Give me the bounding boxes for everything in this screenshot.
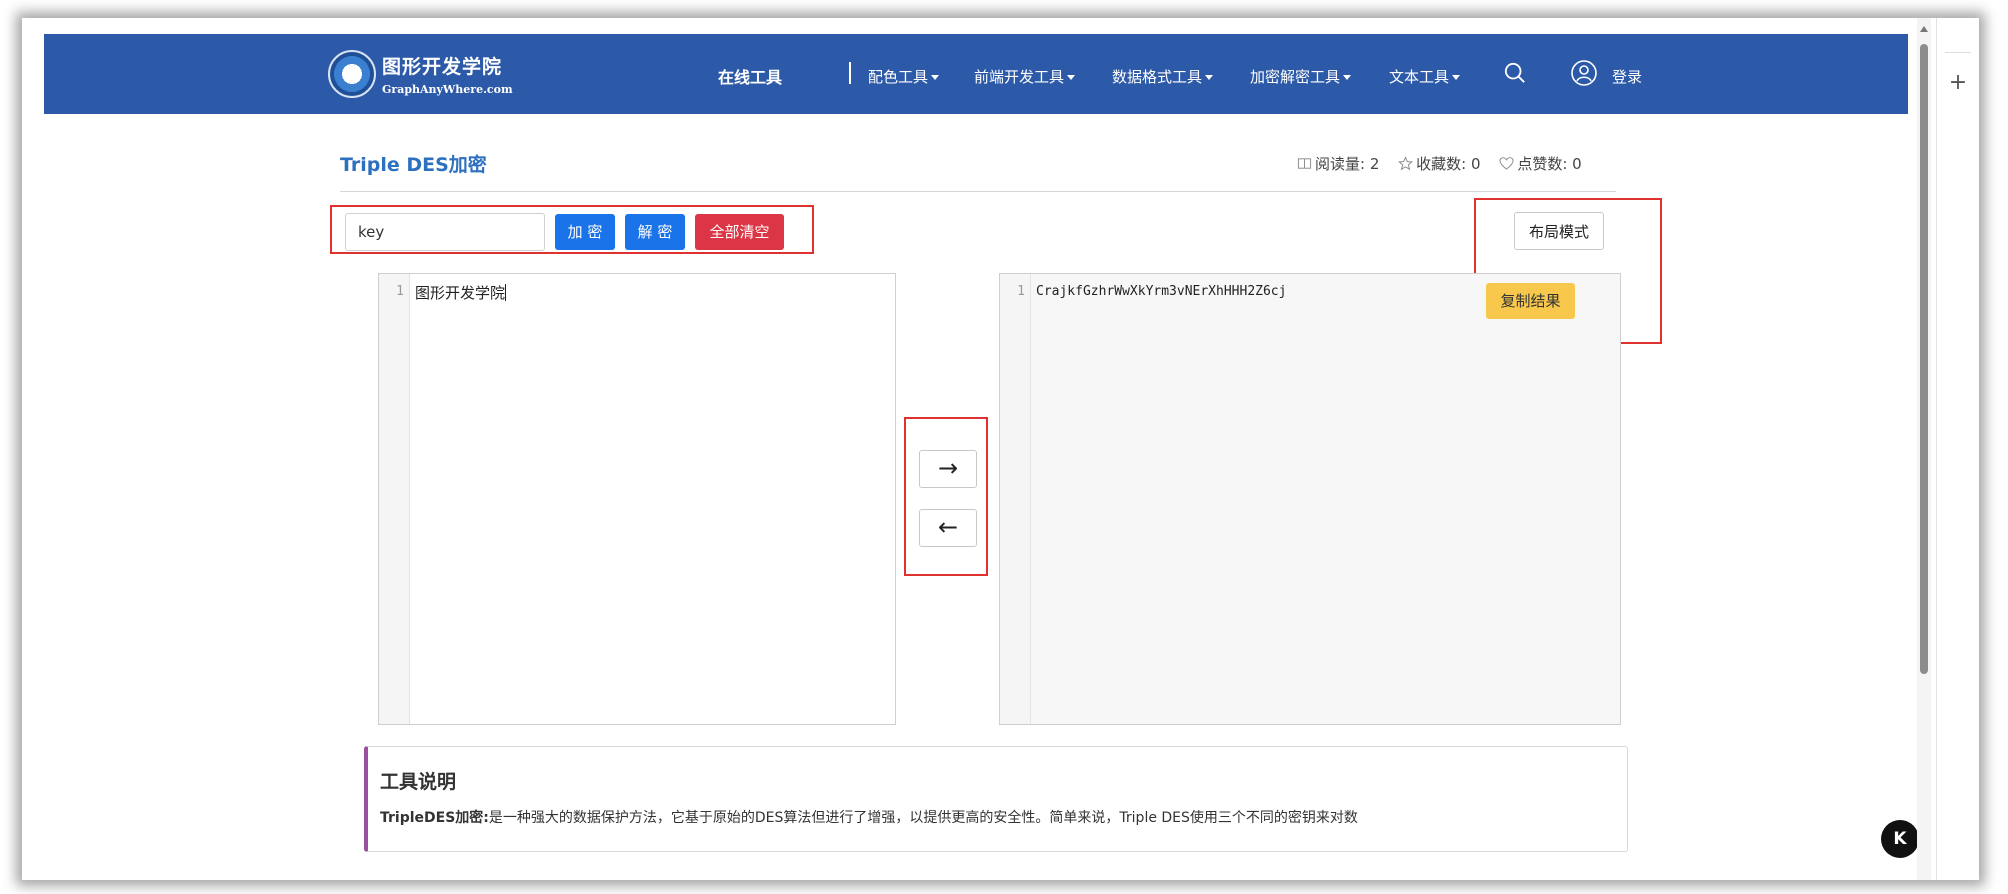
title-divider: [340, 191, 1616, 192]
caret-down-icon: [1205, 75, 1214, 80]
book-icon: [1297, 158, 1312, 169]
line-number: 1: [1017, 284, 1025, 299]
encrypt-arrow-button[interactable]: →: [919, 450, 977, 488]
likes-label: 点赞数: 0: [1517, 155, 1582, 173]
heart-icon: [1499, 157, 1514, 170]
logo-title: 图形开发学院: [382, 56, 503, 78]
nav-crypto-tools[interactable]: 加密解密工具: [1250, 66, 1352, 87]
decrypt-button[interactable]: 解 密: [625, 214, 685, 250]
description-body: 是一种强大的数据保护方法，它基于原始的DES算法但进行了增强，以提供更高的安全性…: [488, 810, 1358, 826]
arrow-left-icon: ←: [937, 513, 959, 541]
clear-all-button[interactable]: 全部清空: [695, 214, 784, 250]
user-icon[interactable]: [1571, 60, 1597, 86]
browser-window: 图形开发学院 GraphAnyWhere.com 在线工具 配色工具 前端开发工…: [22, 18, 1979, 880]
search-icon[interactable]: [1504, 62, 1526, 84]
scroll-up-icon[interactable]: [1920, 26, 1928, 32]
nav-label: 配色工具: [868, 68, 929, 86]
favorites-label: 收藏数: 0: [1416, 155, 1481, 173]
views-stat: 阅读量: 2: [1297, 155, 1379, 173]
layout-mode-button[interactable]: 布局模式: [1514, 212, 1604, 250]
nav-separator: [849, 62, 851, 84]
likes-stat[interactable]: 点赞数: 0: [1499, 155, 1582, 173]
nav-label: 加密解密工具: [1250, 68, 1341, 86]
key-input[interactable]: [345, 213, 545, 251]
description-title: 工具说明: [380, 771, 457, 793]
top-navbar: 图形开发学院 GraphAnyWhere.com 在线工具 配色工具 前端开发工…: [44, 34, 1908, 114]
caret-down-icon: [1343, 75, 1352, 80]
output-text[interactable]: CrajkfGzhrWwXkYrm3vNErXhHHH2Z6cj: [1036, 284, 1286, 299]
side-divider: [1945, 52, 1971, 53]
caret-down-icon: [1067, 75, 1076, 80]
nav-text-tools[interactable]: 文本工具: [1389, 66, 1461, 87]
favorites-stat[interactable]: 收藏数: 0: [1398, 155, 1481, 173]
nav-label: 数据格式工具: [1112, 68, 1203, 86]
highlight-box-arrows: [904, 417, 988, 576]
input-content: 图形开发学院: [415, 284, 506, 302]
browser-side-panel: +: [1936, 18, 1979, 880]
caret-down-icon: [1452, 75, 1461, 80]
page: 图形开发学院 GraphAnyWhere.com 在线工具 配色工具 前端开发工…: [44, 34, 1919, 880]
nav-data-format-tools[interactable]: 数据格式工具: [1112, 66, 1214, 87]
decrypt-arrow-button[interactable]: ←: [919, 509, 977, 547]
logo-subtitle: GraphAnyWhere.com: [382, 83, 513, 96]
add-panel-icon[interactable]: +: [1937, 70, 1979, 95]
login-link[interactable]: 登录: [1612, 66, 1642, 87]
views-label: 阅读量: 2: [1315, 155, 1380, 173]
line-gutter: [1000, 274, 1031, 724]
page-title: Triple DES加密: [340, 154, 487, 176]
star-icon: [1398, 156, 1414, 171]
arrow-right-icon: →: [937, 454, 959, 482]
scrollbar-thumb[interactable]: [1920, 44, 1928, 674]
nav-label: 前端开发工具: [974, 68, 1065, 86]
nav-label: 文本工具: [1389, 68, 1450, 86]
page-stats: 阅读量: 2 收藏数: 0 点赞数: 0: [1297, 153, 1596, 174]
line-gutter: [379, 274, 410, 724]
description-text: TripleDES加密:是一种强大的数据保护方法，它基于原始的DES算法但进行了…: [380, 807, 1358, 827]
input-editor[interactable]: 1 图形开发学院: [378, 273, 896, 725]
copy-result-button[interactable]: 复制结果: [1486, 283, 1575, 319]
caret-down-icon: [931, 75, 940, 80]
nav-color-tools[interactable]: 配色工具: [868, 66, 940, 87]
logo-icon[interactable]: [328, 50, 376, 98]
description-term: TripleDES加密:: [380, 810, 489, 826]
tool-description: 工具说明 TripleDES加密:是一种强大的数据保护方法，它基于原始的DES算…: [364, 746, 1628, 852]
line-number: 1: [396, 284, 404, 299]
text-cursor: [505, 284, 507, 301]
nav-online-tools[interactable]: 在线工具: [718, 64, 782, 88]
floating-k-icon[interactable]: K: [1881, 820, 1919, 858]
output-editor[interactable]: 1 CrajkfGzhrWwXkYrm3vNErXhHHH2Z6cj: [999, 273, 1621, 725]
input-text[interactable]: 图形开发学院: [415, 282, 507, 303]
nav-frontend-tools[interactable]: 前端开发工具: [974, 66, 1076, 87]
logo-text[interactable]: 图形开发学院 GraphAnyWhere.com: [382, 52, 513, 96]
encrypt-button[interactable]: 加 密: [555, 214, 615, 250]
vertical-scrollbar[interactable]: [1917, 18, 1931, 880]
